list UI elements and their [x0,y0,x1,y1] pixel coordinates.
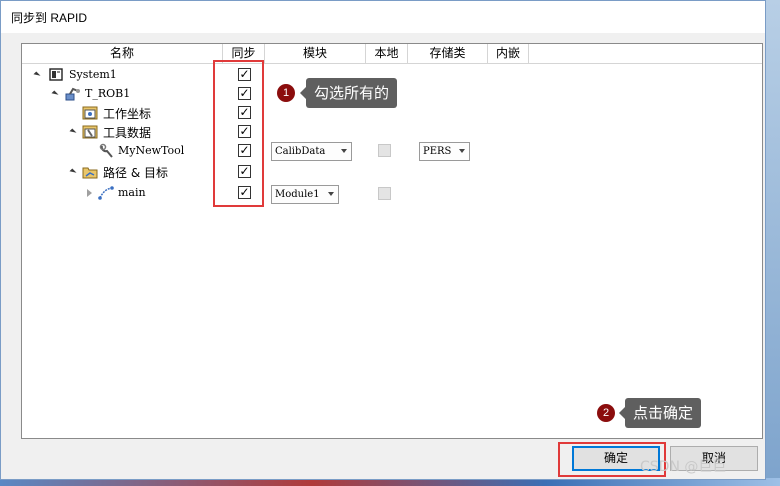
expand-toggle-icon[interactable] [69,168,77,176]
storage-type-select[interactable]: PERS [419,142,470,161]
chevron-down-icon [459,149,465,153]
callout-click-ok: 点击确定 [618,398,702,428]
module-select[interactable]: Module1 [271,185,339,204]
step-badge-1: 1 [277,84,295,102]
storage-type-value: PERS [423,146,452,157]
expand-toggle-icon[interactable] [33,71,41,79]
step-badge-2: 2 [597,404,615,422]
expand-toggle-icon[interactable] [87,189,92,197]
node-label: MyNewTool [118,144,185,157]
tree-row-tooldata[interactable]: 工具数据 ✓ [22,123,762,142]
column-header-local[interactable]: 本地 [366,44,408,63]
title-bar[interactable]: 同步到 RAPID [1,1,765,33]
tree-row-main[interactable]: main ✓ Module1 [22,184,762,204]
paths-folder-icon [82,164,98,180]
tree-row-paths-targets[interactable]: 路径 & 目标 ✓ [22,163,762,182]
background-desktop-right [766,0,780,486]
workobject-icon [82,105,98,121]
callout-select-all: 勾选所有的 [299,78,398,108]
node-label: 工具数据 [103,126,152,140]
node-label: 路径 & 目标 [103,166,168,180]
chevron-down-icon [328,192,334,196]
expand-toggle-icon[interactable] [51,90,59,98]
column-header-storage-type[interactable]: 存储类 [408,44,488,63]
local-checkbox[interactable] [378,187,391,200]
expand-toggle-icon[interactable] [69,128,77,136]
column-header-row: 名称 同步 模块 本地 存储类 内嵌 [22,44,762,64]
dialog-title: 同步到 RAPID [11,11,88,25]
local-checkbox[interactable] [378,144,391,157]
controller-icon [48,67,64,83]
sync-to-rapid-dialog: 同步到 RAPID 名称 同步 模块 本地 存储类 内嵌 System1 ✓ T… [0,0,766,480]
module-select[interactable]: CalibData [271,142,352,161]
tooldata-icon [82,124,98,140]
module-select-value: CalibData [275,146,326,157]
chevron-down-icon [341,149,347,153]
node-label: System1 [69,68,117,81]
node-label: main [118,186,146,199]
column-header-name[interactable]: 名称 [22,44,223,63]
watermark-text: CSDN @巨巨 [640,459,727,475]
module-select-value: Module1 [275,189,320,200]
tool-icon [99,143,115,159]
path-icon [98,185,114,201]
node-label: 工作坐标 [103,107,152,121]
column-header-module[interactable]: 模块 [265,44,366,63]
sync-column-highlight [213,60,264,207]
column-header-inline[interactable]: 内嵌 [488,44,529,63]
node-label: T_ROB1 [85,87,131,100]
robot-task-icon [65,86,81,102]
tree-row-mynewtool[interactable]: MyNewTool ✓ CalibData PERS [22,142,762,161]
